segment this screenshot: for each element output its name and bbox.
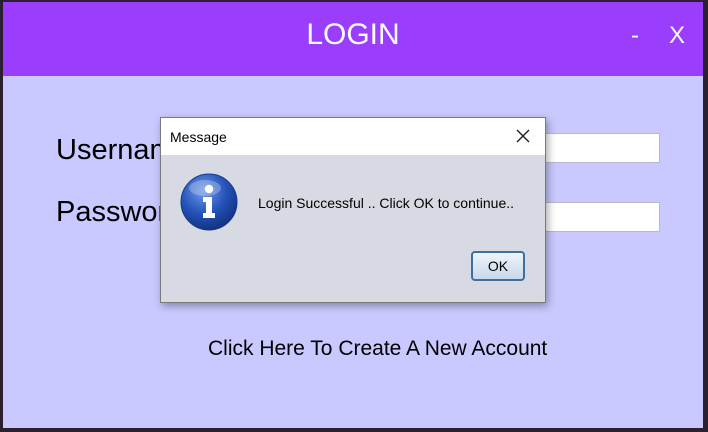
dialog-message: Login Successful .. Click OK to continue…	[258, 195, 515, 211]
close-icon[interactable]	[511, 124, 535, 148]
minimize-button[interactable]: -	[631, 22, 639, 50]
close-button[interactable]: X	[669, 22, 685, 50]
message-dialog: Message Login Successful .. Click OK to …	[160, 117, 546, 303]
dialog-title: Message	[170, 129, 227, 145]
dialog-title-bar: Message	[161, 118, 545, 155]
username-field[interactable]	[538, 133, 660, 163]
password-field[interactable]	[538, 202, 660, 232]
create-account-link[interactable]: Click Here To Create A New Account	[208, 337, 547, 361]
info-icon	[179, 172, 239, 232]
window-title: LOGIN	[306, 18, 400, 51]
title-bar: LOGIN - X	[3, 2, 703, 76]
ok-button[interactable]: OK	[471, 251, 525, 281]
